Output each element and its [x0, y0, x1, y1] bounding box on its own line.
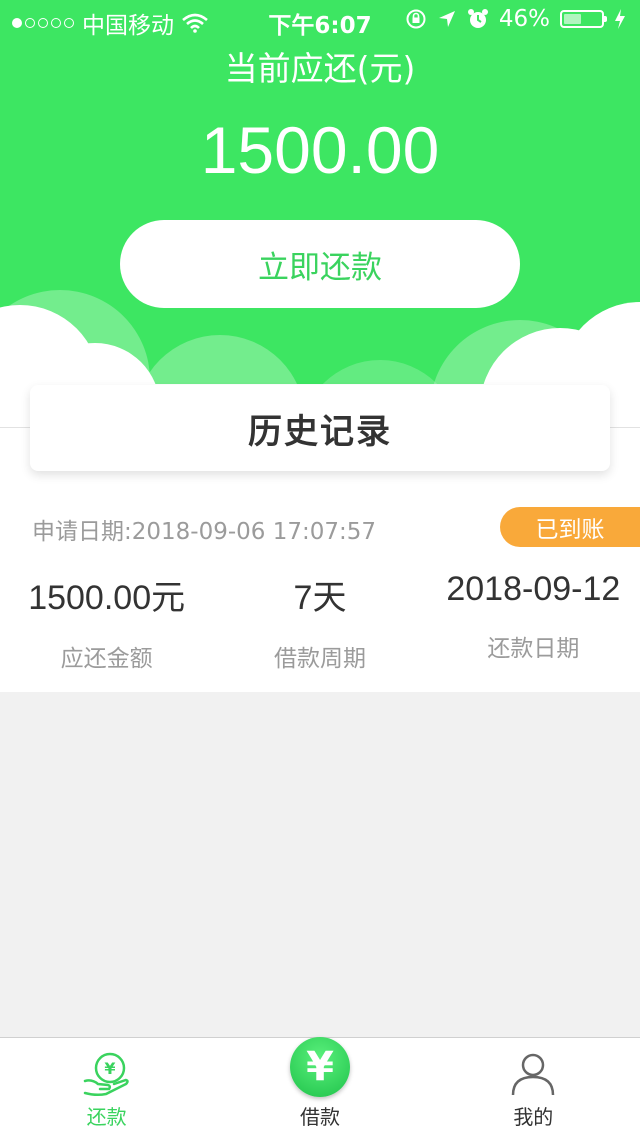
repay-amount-value: 1500.00元	[28, 579, 186, 617]
tab-mine-label: 我的	[513, 1105, 554, 1129]
user-icon	[512, 1053, 555, 1096]
rotation-lock-icon	[406, 9, 426, 29]
tab-repay-label: 还款	[86, 1105, 127, 1129]
history-title: 历史记录	[248, 411, 392, 452]
loan-period-column: 7天 借款周期	[213, 570, 426, 673]
loan-period-value: 7天	[293, 579, 347, 617]
header-banner: 中国移动 下午6:07 46% 当前应还(元) 1500.00 立即还款	[0, 0, 640, 384]
repay-date-column: 2018-09-12 还款日期	[427, 570, 640, 673]
repay-date-label: 还款日期	[487, 636, 580, 662]
repay-date-value: 2018-09-12	[446, 570, 621, 608]
repay-amount-label: 应还金额	[60, 646, 153, 672]
history-record[interactable]: 申请日期:2018-09-06 17:07:57 已到账 1500.00元 应还…	[0, 490, 640, 690]
alarm-icon	[467, 9, 488, 28]
tab-borrow-label: 借款	[299, 1105, 340, 1129]
cloud-decoration	[0, 290, 640, 384]
location-arrow-icon	[438, 11, 455, 27]
repay-amount-column: 1500.00元 应还金额	[0, 570, 213, 673]
yuan-circle-icon: ¥	[289, 1037, 350, 1097]
battery-percent: 46%	[498, 6, 550, 32]
repay-hand-yuan-icon: ¥	[83, 1052, 129, 1097]
status-badge: 已到账	[500, 507, 640, 547]
tab-repay[interactable]: ¥ 还款	[0, 1038, 213, 1136]
amount-due-label: 当前应还(元)	[224, 49, 416, 88]
apply-date: 申请日期:2018-09-06 17:07:57	[32, 519, 377, 545]
amount-due-value: 1500.00	[200, 113, 440, 187]
history-title-card[interactable]: 历史记录	[30, 385, 610, 471]
loan-period-label: 借款周期	[273, 646, 366, 672]
tab-bar: ¥ 还款 ¥ 借款 我的	[0, 1037, 640, 1136]
battery-icon	[560, 10, 607, 28]
charging-bolt-icon	[615, 9, 625, 29]
tab-mine[interactable]: 我的	[427, 1038, 640, 1136]
status-bar: 中国移动 下午6:07 46%	[0, 0, 640, 40]
svg-text:¥: ¥	[104, 1059, 115, 1078]
tab-borrow[interactable]: ¥ 借款	[213, 1037, 426, 1136]
